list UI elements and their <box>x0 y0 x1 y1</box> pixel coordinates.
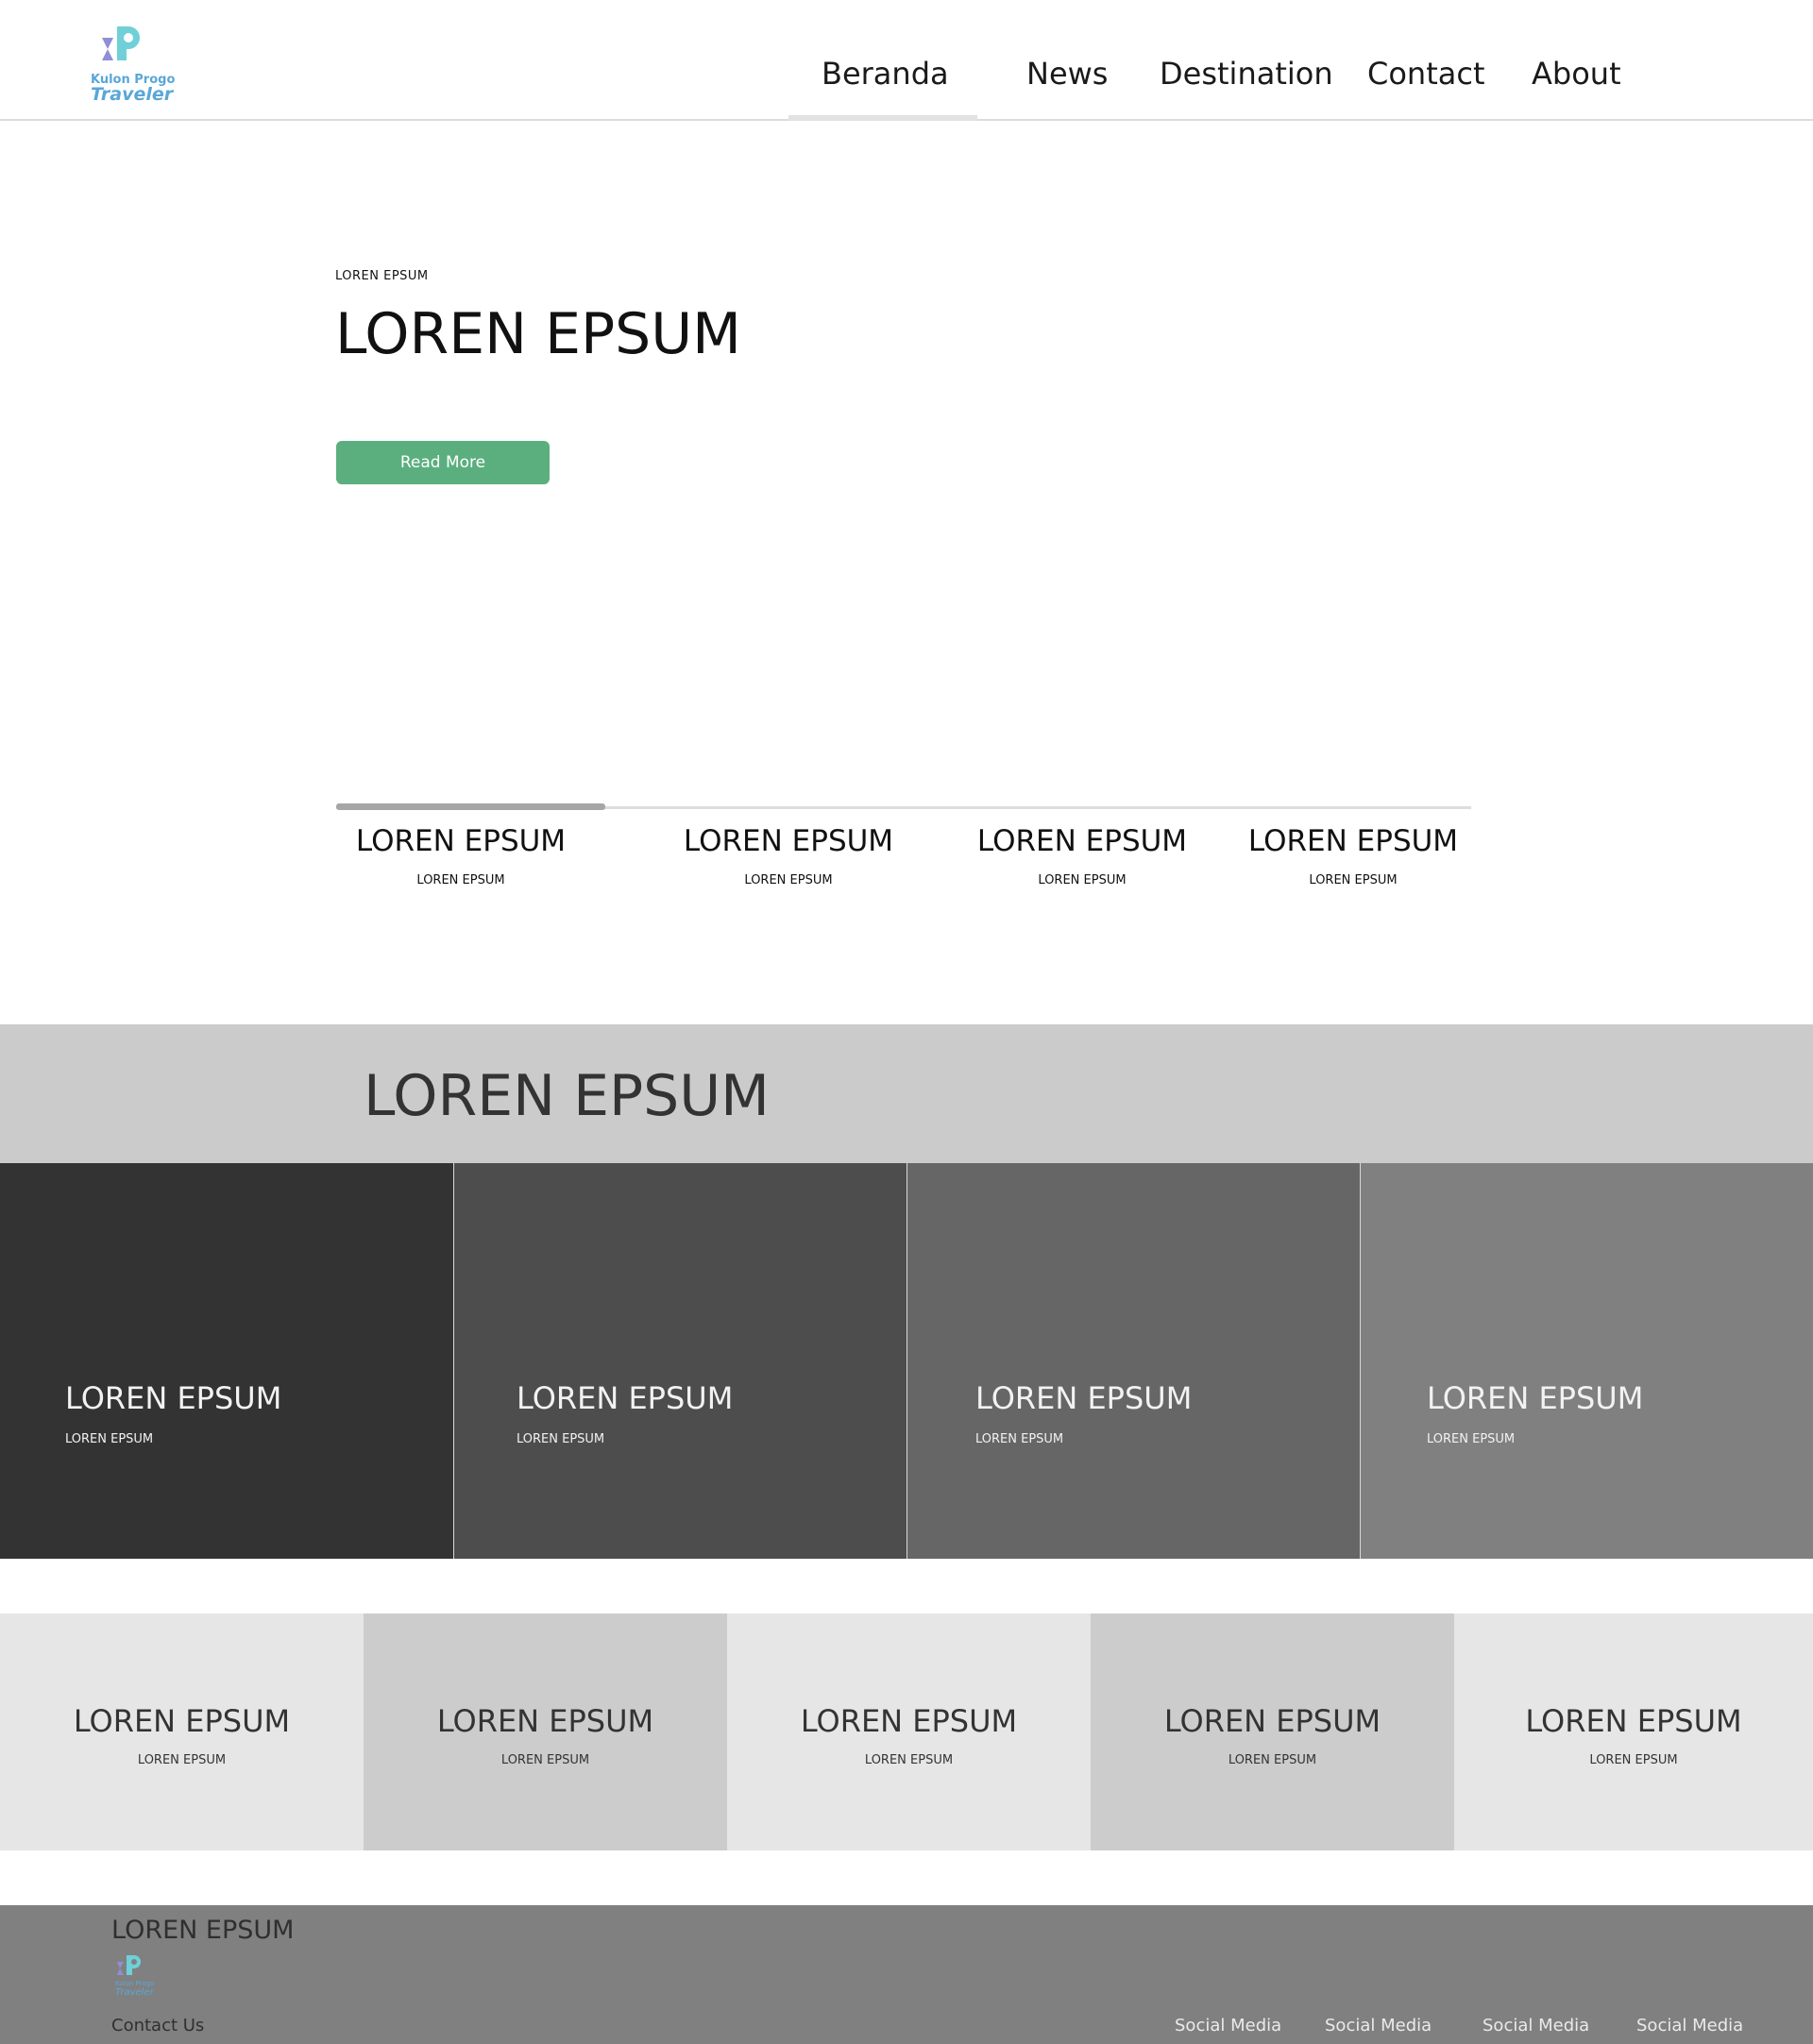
info-tile[interactable]: LOREN EPSUM LOREN EPSUM <box>727 1613 1091 1850</box>
slider-tab-title: LOREN EPSUM <box>1247 824 1459 858</box>
section-header-band <box>0 1024 1813 1163</box>
slider-tab-subtitle: LOREN EPSUM <box>1038 873 1127 887</box>
feature-card-subtitle: LOREN EPSUM <box>517 1432 605 1446</box>
info-tile[interactable]: LOREN EPSUM LOREN EPSUM <box>364 1613 727 1850</box>
nav-item-contact[interactable]: Contact <box>1367 53 1485 94</box>
slider-tab-subtitle: LOREN EPSUM <box>1309 873 1398 887</box>
slider-tab-subtitle: LOREN EPSUM <box>416 873 505 887</box>
footer-title: LOREN EPSUM <box>111 1916 295 1945</box>
footer-logo-line2: Traveler <box>115 1987 155 1998</box>
logo-line2: Traveler <box>91 84 174 105</box>
feature-card[interactable]: LOREN EPSUM LOREN EPSUM <box>453 1163 906 1559</box>
info-tile-title: LOREN EPSUM <box>436 1703 654 1739</box>
slider-tab-title: LOREN EPSUM <box>355 824 567 858</box>
info-tile[interactable]: LOREN EPSUM LOREN EPSUM <box>1454 1613 1813 1850</box>
feature-card[interactable]: LOREN EPSUM LOREN EPSUM <box>906 1163 1360 1559</box>
social-media-link[interactable]: Social Media <box>1483 2016 1589 2036</box>
info-tile[interactable]: LOREN EPSUM LOREN EPSUM <box>0 1613 364 1850</box>
slider-tab-subtitle: LOREN EPSUM <box>744 873 833 887</box>
info-tile-subtitle: LOREN EPSUM <box>500 1753 590 1767</box>
info-tile-subtitle: LOREN EPSUM <box>1228 1753 1317 1767</box>
nav-item-news[interactable]: News <box>1026 53 1108 94</box>
slider-tab[interactable]: LOREN EPSUM LOREN EPSUM <box>647 822 930 887</box>
feature-card[interactable]: LOREN EPSUM LOREN EPSUM <box>1360 1163 1813 1559</box>
slider-tab-title: LOREN EPSUM <box>683 824 894 858</box>
feature-card-subtitle: LOREN EPSUM <box>975 1432 1064 1446</box>
info-tile-subtitle: LOREN EPSUM <box>864 1753 954 1767</box>
nav-item-destination[interactable]: Destination <box>1160 53 1333 94</box>
feature-card-title: LOREN EPSUM <box>975 1380 1193 1416</box>
footer-logo-icon[interactable]: Kulon Progo Traveler <box>113 1954 159 2002</box>
site-header: Kulon Progo Traveler Beranda News Destin… <box>0 0 1813 121</box>
hero-title: LOREN EPSUM <box>335 301 741 367</box>
footer-logo-mark-icon: Kulon Progo Traveler <box>115 1955 155 1998</box>
info-tile-title: LOREN EPSUM <box>800 1703 1018 1739</box>
social-media-link[interactable]: Social Media <box>1636 2016 1743 2036</box>
info-tile-title: LOREN EPSUM <box>1163 1703 1381 1739</box>
slider-tab[interactable]: LOREN EPSUM LOREN EPSUM <box>940 822 1224 887</box>
feature-card-title: LOREN EPSUM <box>1427 1380 1644 1416</box>
hero-kicker: LOREN EPSUM <box>335 269 429 283</box>
logo-mark-icon <box>102 26 140 60</box>
feature-card[interactable]: LOREN EPSUM LOREN EPSUM <box>0 1163 453 1559</box>
feature-card-subtitle: LOREN EPSUM <box>65 1432 154 1446</box>
nav-item-about[interactable]: About <box>1532 53 1621 94</box>
site-footer: LOREN EPSUM Kulon Progo Traveler Contact… <box>0 1905 1813 2044</box>
feature-card-subtitle: LOREN EPSUM <box>1427 1432 1516 1446</box>
nav-item-beranda[interactable]: Beranda <box>822 53 949 94</box>
social-media-link[interactable]: Social Media <box>1175 2016 1281 2036</box>
info-tile-subtitle: LOREN EPSUM <box>137 1753 227 1767</box>
info-tile-title: LOREN EPSUM <box>73 1703 291 1739</box>
nav-active-indicator <box>788 115 977 121</box>
kulon-progo-logo[interactable]: Kulon Progo Traveler <box>91 25 175 108</box>
section-title: LOREN EPSUM <box>364 1063 770 1129</box>
footer-logo-line1: Kulon Progo <box>115 1980 154 1987</box>
slider-tab-title: LOREN EPSUM <box>976 824 1188 858</box>
info-tile-title: LOREN EPSUM <box>1525 1703 1742 1739</box>
slider-tab[interactable]: LOREN EPSUM LOREN EPSUM <box>1211 822 1495 887</box>
feature-card-title: LOREN EPSUM <box>517 1380 734 1416</box>
read-more-button[interactable]: Read More <box>336 441 550 484</box>
info-tile[interactable]: LOREN EPSUM LOREN EPSUM <box>1091 1613 1454 1850</box>
contact-us-link[interactable]: Contact Us <box>111 2016 204 2036</box>
slider-tab[interactable]: LOREN EPSUM LOREN EPSUM <box>319 822 602 887</box>
slider-active-indicator <box>336 803 605 810</box>
info-tile-subtitle: LOREN EPSUM <box>1589 1753 1678 1767</box>
feature-card-title: LOREN EPSUM <box>65 1380 282 1416</box>
social-media-link[interactable]: Social Media <box>1325 2016 1432 2036</box>
